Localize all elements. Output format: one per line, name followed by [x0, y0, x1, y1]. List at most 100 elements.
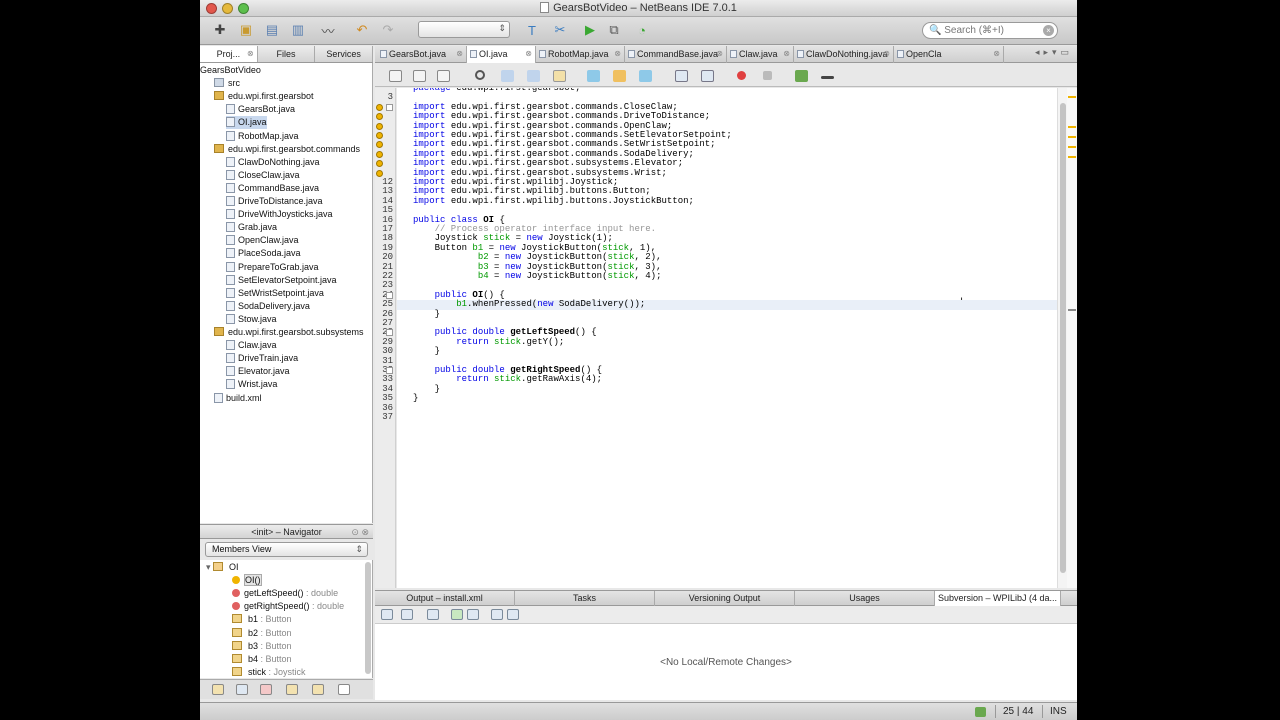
output-tab[interactable]: Tasks [515, 591, 655, 606]
refresh-icon[interactable] [381, 609, 393, 620]
navigator-item[interactable]: getRightSpeed() : double [232, 600, 344, 613]
warning-icon[interactable] [376, 122, 383, 130]
tree-item[interactable]: CommandBase.java [226, 182, 319, 195]
warning-icon[interactable] [376, 150, 383, 158]
editor-tab[interactable]: Claw.java ⊗ [727, 46, 794, 63]
warning-mark[interactable] [1068, 136, 1076, 138]
code-line[interactable]: package edu.wpi.first.gearsbot; [413, 88, 580, 93]
tree-item[interactable]: src [214, 77, 240, 90]
navigator-item[interactable]: b1 : Button [232, 613, 292, 626]
close-icon[interactable]: ⊗ [456, 46, 463, 62]
find-icon[interactable] [475, 70, 485, 80]
tab-scroll-arrows[interactable]: ◂▸▾▭ [1035, 47, 1073, 58]
warning-mark[interactable] [1068, 156, 1076, 158]
minimize-window-button[interactable] [222, 3, 233, 14]
navigator-scrollbar[interactable] [365, 562, 371, 674]
debug-button[interactable]: ⧉ [604, 20, 624, 40]
commit-icon[interactable] [427, 609, 439, 620]
editor-scrollbar[interactable] [1057, 88, 1067, 588]
tree-item[interactable]: build.xml [214, 392, 262, 405]
configuration-select[interactable] [418, 21, 510, 38]
fold-toggle-icon[interactable] [386, 329, 393, 337]
close-icon[interactable]: ⊗ [716, 46, 723, 62]
shift-left-icon[interactable] [675, 70, 688, 82]
warning-icon[interactable] [376, 169, 383, 177]
tree-item[interactable]: RobotMap.java [226, 130, 299, 143]
tree-item[interactable]: edu.wpi.first.gearsbot.commands [214, 143, 360, 156]
caret-mark[interactable] [1068, 309, 1076, 311]
code-editor[interactable]: I package edu.wpi.first.gearsbot;import … [397, 88, 1057, 588]
options-icon[interactable] [507, 609, 519, 620]
tree-item[interactable]: DriveToDistance.java [226, 195, 323, 208]
view-icon[interactable] [467, 609, 479, 620]
build-button[interactable]: T [522, 20, 542, 40]
clear-search-icon[interactable]: × [1043, 25, 1054, 36]
tree-item[interactable]: Claw.java [226, 339, 277, 352]
navigator-item[interactable]: b4 : Button [232, 653, 292, 666]
editor-tab[interactable]: OI.java ⊗ [467, 46, 536, 63]
tree-item[interactable]: PlaceSoda.java [226, 247, 301, 260]
toggle-highlight-icon[interactable] [553, 70, 566, 82]
tree-item[interactable]: CloseClaw.java [226, 169, 300, 182]
fold-toggle-icon[interactable] [386, 367, 393, 374]
output-tab[interactable]: Output – install.xml [375, 591, 515, 606]
fold-toggle-icon[interactable] [386, 291, 393, 299]
history-icon[interactable] [437, 70, 450, 82]
code-line[interactable]: return stick.getRawAxis(4); [413, 374, 602, 384]
next-bookmark-icon[interactable] [613, 70, 626, 82]
run-button[interactable]: ▶ [580, 20, 600, 40]
tree-item[interactable]: DriveWithJoysticks.java [226, 208, 333, 221]
save-all-button[interactable]: ▥ [288, 20, 308, 40]
tree-item[interactable]: OpenClaw.java [226, 234, 299, 247]
tree-item[interactable]: PrepareToGrab.java [226, 261, 319, 274]
code-line[interactable]: b1.whenPressed(new SodaDelivery()); [413, 299, 645, 309]
editor-tab[interactable]: OpenCla ⊗ [894, 46, 1004, 63]
fold-toggle-icon[interactable] [386, 103, 393, 111]
close-icon[interactable]: ⊗ [525, 46, 532, 62]
stop-macro-icon[interactable] [763, 71, 772, 80]
navigator-item[interactable]: OI() [232, 574, 262, 587]
close-window-button[interactable] [206, 3, 217, 14]
output-tab[interactable]: Versioning Output [655, 591, 795, 606]
sort-icon[interactable] [338, 684, 350, 695]
profile-button[interactable]: ◔ [632, 20, 652, 40]
close-icon[interactable]: ⊗ [783, 46, 790, 62]
tree-item[interactable]: Grab.java [226, 221, 277, 234]
code-line[interactable]: } [413, 393, 418, 403]
open-project-button[interactable]: ▤ [262, 20, 282, 40]
tab-projects[interactable]: Proj... ⊗ [200, 46, 258, 62]
code-line[interactable]: } [413, 346, 440, 356]
shift-right-icon[interactable] [701, 70, 714, 82]
navigator-item[interactable]: getLeftSpeed() : double [232, 587, 338, 600]
code-line[interactable]: import edu.wpi.first.wpilibj.buttons.Joy… [413, 196, 694, 206]
tree-item[interactable]: OI.java [226, 116, 267, 130]
warning-icon[interactable] [376, 113, 383, 121]
expand-toggle-icon[interactable]: ▾ [206, 562, 213, 572]
editor-tab[interactable]: GearsBot.java ⊗ [377, 46, 467, 63]
filter-icon[interactable] [212, 684, 224, 695]
output-tab[interactable]: Subversion – WPILibJ (4 da... [935, 591, 1061, 606]
undo-button[interactable]: ↶ [352, 20, 372, 40]
tree-item[interactable]: edu.wpi.first.gearsbot.subsystems [214, 326, 364, 339]
tab-services[interactable]: Services [315, 46, 374, 62]
filter-icon[interactable] [260, 684, 272, 695]
tree-item[interactable]: SetWristSetpoint.java [226, 287, 324, 300]
navigator-item[interactable]: ▾ OI [206, 561, 239, 574]
error-stripe[interactable] [1067, 88, 1077, 588]
warning-mark[interactable] [1068, 146, 1076, 148]
comment-icon[interactable] [795, 70, 808, 82]
editor-tab[interactable]: ClawDoNothing.java ⊗ [794, 46, 894, 63]
zoom-window-button[interactable] [238, 3, 249, 14]
warning-icon[interactable] [376, 132, 383, 139]
record-macro-icon[interactable] [737, 71, 746, 80]
navigator-item[interactable]: b2 : Button [232, 627, 292, 640]
navigator-item[interactable]: stick : Joystick [232, 666, 306, 678]
code-line[interactable]: } [413, 309, 440, 319]
navigator-item[interactable]: b3 : Button [232, 640, 292, 653]
tree-item[interactable]: GearsBotVideo [200, 64, 261, 77]
tree-item[interactable]: DriveTrain.java [226, 352, 298, 365]
tree-item[interactable]: Stow.java [226, 313, 277, 326]
redo-button[interactable]: ↷ [378, 20, 398, 40]
warning-icon[interactable] [376, 141, 383, 149]
export-icon[interactable] [491, 609, 503, 620]
